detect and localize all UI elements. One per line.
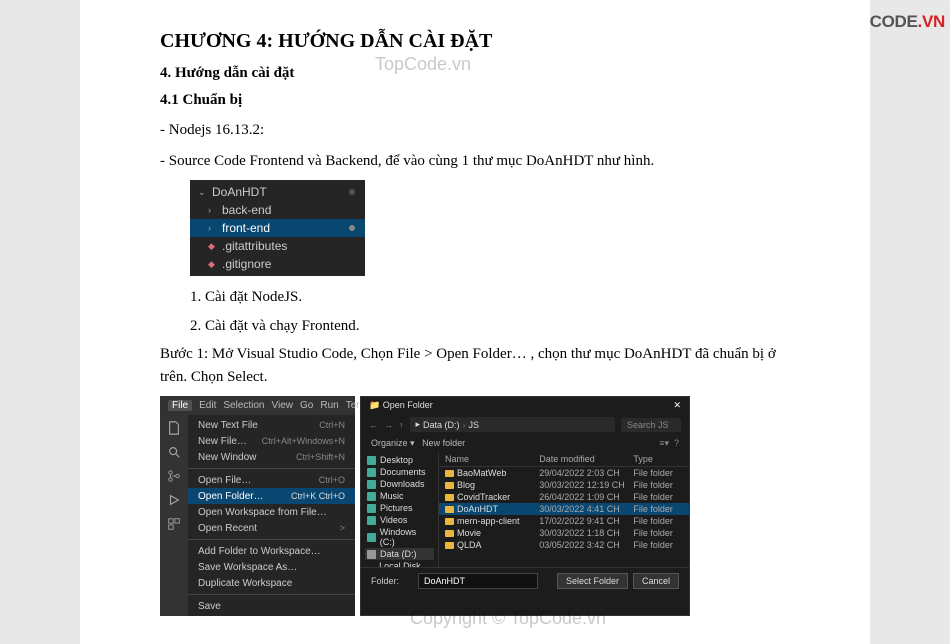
menu-item: New File…Ctrl+Alt+Windows+N <box>188 433 355 449</box>
help-icon: ? <box>674 438 679 448</box>
tree-item: ◆ .gitignore <box>190 255 365 273</box>
file-row: Movie30/03/2022 1:18 CHFile folder <box>439 527 689 539</box>
sidebar-location: Music <box>365 490 434 502</box>
sidebar-location: Documents <box>365 466 434 478</box>
file-row: mern-app-client17/02/2022 9:41 CHFile fo… <box>439 515 689 527</box>
menu-item: Duplicate Workspace <box>188 575 355 591</box>
dialog-toolbar: Organize ▾ New folder ≡▾? <box>361 435 689 452</box>
menu-item: New WindowCtrl+Shift+N <box>188 449 355 465</box>
sidebar-location: Windows (C:) <box>365 526 434 548</box>
tree-item-selected: › front-end <box>190 219 365 237</box>
menu-bar: File Edit Selection View Go Run Ter <box>160 396 355 415</box>
dialog-sidebar: DesktopDocumentsDownloadsMusicPicturesVi… <box>361 452 439 567</box>
menu-item: Open Recent> <box>188 520 355 536</box>
menu-separator <box>188 468 355 469</box>
search-icon <box>167 445 181 459</box>
menu-item: Open Folder…Ctrl+K Ctrl+O <box>188 488 355 504</box>
tree-root: ⌄ DoAnHDT <box>190 183 365 201</box>
cancel-button: Cancel <box>633 573 679 589</box>
file-row: DoAnHDT30/03/2022 4:41 CHFile folder <box>439 503 689 515</box>
folder-icon <box>445 518 454 525</box>
sidebar-location: Local Disk (E:) <box>365 560 434 567</box>
requirement-line: - Source Code Frontend và Backend, để và… <box>160 150 790 173</box>
dialog-nav: ← → ↑ ▸ Data (D:) › JS Search JS <box>361 414 689 435</box>
sidebar-location: Videos <box>365 514 434 526</box>
folder-icon <box>445 530 454 537</box>
tree-item: › back-end <box>190 201 365 219</box>
file-row: QLDA03/05/2022 3:42 CHFile folder <box>439 539 689 551</box>
file-menu-dropdown: New Text FileCtrl+NNew File…Ctrl+Alt+Win… <box>188 415 355 616</box>
instruction-paragraph: Bước 1: Mở Visual Studio Code, Chọn File… <box>160 343 790 388</box>
folder-icon <box>445 506 454 513</box>
location-icon <box>367 504 376 513</box>
select-folder-button: Select Folder <box>557 573 628 589</box>
source-control-icon <box>167 469 181 483</box>
up-icon: ↑ <box>399 420 404 430</box>
sidebar-location: Downloads <box>365 478 434 490</box>
chapter-heading: CHƯƠNG 4: HƯỚNG DẪN CÀI ĐẶT <box>160 30 790 53</box>
search-input: Search JS <box>621 418 681 432</box>
ordered-step: 2. Cài đặt và chạy Frontend. <box>190 315 790 338</box>
sidebar-location: Pictures <box>365 502 434 514</box>
menu-item: Open Workspace from File… <box>188 504 355 520</box>
back-icon: ← <box>369 420 378 430</box>
dialog-titlebar: 📁 Open Folder ✕ <box>361 397 689 414</box>
vscode-file-menu-screenshot: File Edit Selection View Go Run Ter <box>160 396 355 616</box>
folder-icon: 📁 Open Folder <box>369 400 433 411</box>
debug-icon <box>167 493 181 507</box>
sidebar-location: Desktop <box>365 454 434 466</box>
location-icon <box>367 468 376 477</box>
sidebar-location: Data (D:) <box>365 548 434 560</box>
file-row: BaoMatWeb29/04/2022 2:03 CHFile folder <box>439 467 689 479</box>
menu-item: New Text FileCtrl+N <box>188 417 355 433</box>
location-icon <box>367 492 376 501</box>
menu-item: Open File…Ctrl+O <box>188 472 355 488</box>
location-icon <box>367 567 375 568</box>
folder-name-input: DoAnHDT <box>418 573 538 589</box>
location-icon <box>367 456 376 465</box>
modified-dot-icon <box>349 225 355 231</box>
open-folder-dialog-screenshot: 📁 Open Folder ✕ ← → ↑ ▸ Data (D:) › JS S… <box>360 396 690 616</box>
chevron-down-icon: ⌄ <box>198 187 207 198</box>
ordered-step: 1. Cài đặt NodeJS. <box>190 286 790 309</box>
chevron-right-icon: › <box>208 205 217 215</box>
location-icon <box>367 550 376 559</box>
vscode-explorer-screenshot: ⌄ DoAnHDT › back-end › front-end ◆ .gita… <box>190 180 365 276</box>
column-headers: Name Date modified Type <box>439 452 689 467</box>
location-icon <box>367 533 376 542</box>
file-icon: ◆ <box>208 259 217 270</box>
file-row: Blog30/03/2022 12:19 CHFile folder <box>439 479 689 491</box>
menu-item: Add Folder to Workspace… <box>188 543 355 559</box>
section-heading: 4. Hướng dẫn cài đặt <box>160 65 790 82</box>
folder-icon <box>445 470 454 477</box>
extensions-icon <box>167 517 181 531</box>
location-icon <box>367 480 376 489</box>
subsection-heading: 4.1 Chuẩn bị <box>160 92 790 109</box>
dialog-footer: Folder: DoAnHDT Select Folder Cancel <box>361 567 689 594</box>
files-icon <box>167 421 181 435</box>
activity-bar <box>160 415 188 616</box>
file-icon: ◆ <box>208 241 217 252</box>
menu-item: Save Workspace As… <box>188 559 355 575</box>
breadcrumb: ▸ Data (D:) › JS <box>410 417 616 432</box>
dialog-file-list: Name Date modified Type BaoMatWeb29/04/2… <box>439 452 689 567</box>
tree-item: ◆ .gitattributes <box>190 237 365 255</box>
requirement-line: - Nodejs 16.13.2: <box>160 119 790 142</box>
folder-icon <box>445 494 454 501</box>
folder-icon <box>445 482 454 489</box>
chevron-right-icon: › <box>208 223 217 233</box>
location-icon <box>367 516 376 525</box>
menu-separator <box>188 594 355 595</box>
file-row: CovidTracker26/04/2022 1:09 CHFile folde… <box>439 491 689 503</box>
menu-item: Save <box>188 598 355 614</box>
menu-separator <box>188 539 355 540</box>
modified-dot-icon <box>349 189 355 195</box>
view-icon: ≡▾ <box>659 438 669 448</box>
folder-icon <box>445 542 454 549</box>
document-page: TopCode.vn CHƯƠNG 4: HƯỚNG DẪN CÀI ĐẶT 4… <box>80 0 870 644</box>
close-icon: ✕ <box>673 400 681 411</box>
forward-icon: → <box>384 420 393 430</box>
drive-icon: ▸ <box>416 419 421 430</box>
